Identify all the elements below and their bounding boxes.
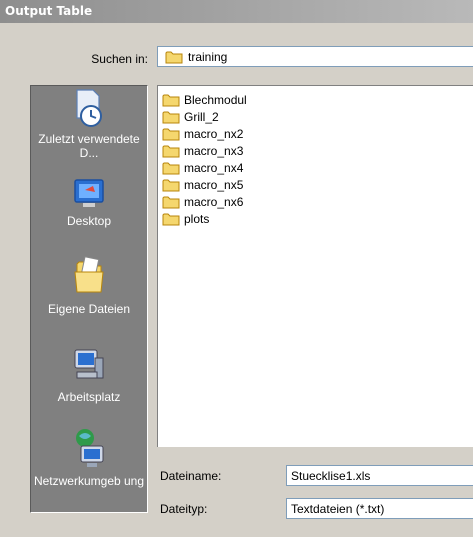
place-my-documents[interactable]: Eigene Dateien: [31, 256, 147, 316]
place-recent[interactable]: Zuletzt verwendete D...: [31, 88, 147, 160]
place-label: Arbeitsplatz: [57, 390, 121, 404]
folder-icon: [165, 51, 183, 64]
lookin-label: Suchen in:: [91, 52, 148, 66]
file-name: Blechmodul: [184, 93, 247, 107]
place-my-computer[interactable]: Arbeitsplatz: [31, 344, 147, 404]
place-label: Desktop: [66, 214, 112, 228]
window-title: Output Table: [5, 4, 93, 18]
file-list[interactable]: Blechmodul Grill_2 macro_nx2 macro_nx3 m…: [157, 85, 473, 447]
place-label: Zuletzt verwendete D...: [38, 132, 140, 160]
place-desktop[interactable]: Desktop: [31, 176, 147, 228]
network-icon: [76, 429, 104, 467]
file-name: Grill_2: [184, 110, 219, 124]
desktop-icon: [74, 179, 104, 207]
lookin-dropdown[interactable]: training: [157, 46, 473, 67]
file-name: macro_nx3: [184, 144, 244, 158]
folder-icon: [162, 179, 180, 192]
my-documents-icon: [74, 256, 104, 293]
lookin-value: training: [188, 50, 228, 64]
file-name: macro_nx4: [184, 161, 244, 175]
folder-icon: [162, 213, 180, 226]
folder-icon: [162, 162, 180, 175]
filename-label: Dateiname:: [160, 469, 222, 483]
file-name: macro_nx5: [184, 178, 244, 192]
file-name: macro_nx6: [184, 195, 244, 209]
place-network[interactable]: Netzwerkumgeb ung: [31, 426, 147, 488]
place-label: Netzwerkumgeb ung: [33, 474, 145, 488]
folder-icon: [162, 111, 180, 124]
folder-icon: [162, 145, 180, 158]
folder-icon: [162, 128, 180, 141]
place-label: Eigene Dateien: [47, 302, 131, 316]
file-name: plots: [184, 212, 210, 226]
title-bar[interactable]: Output Table: [0, 0, 473, 23]
my-computer-icon: [74, 349, 104, 379]
folder-icon: [162, 196, 180, 209]
folder-icon: [162, 94, 180, 107]
file-name: macro_nx2: [184, 127, 244, 141]
filename-input[interactable]: Stuecklise1.xls: [286, 465, 473, 486]
filetype-select[interactable]: Textdateien (*.txt): [286, 498, 473, 519]
filetype-label: Dateityp:: [160, 502, 208, 516]
recent-documents-icon: [76, 89, 102, 127]
places-bar: Zuletzt verwendete D... Desktop Eigene D…: [30, 85, 148, 513]
